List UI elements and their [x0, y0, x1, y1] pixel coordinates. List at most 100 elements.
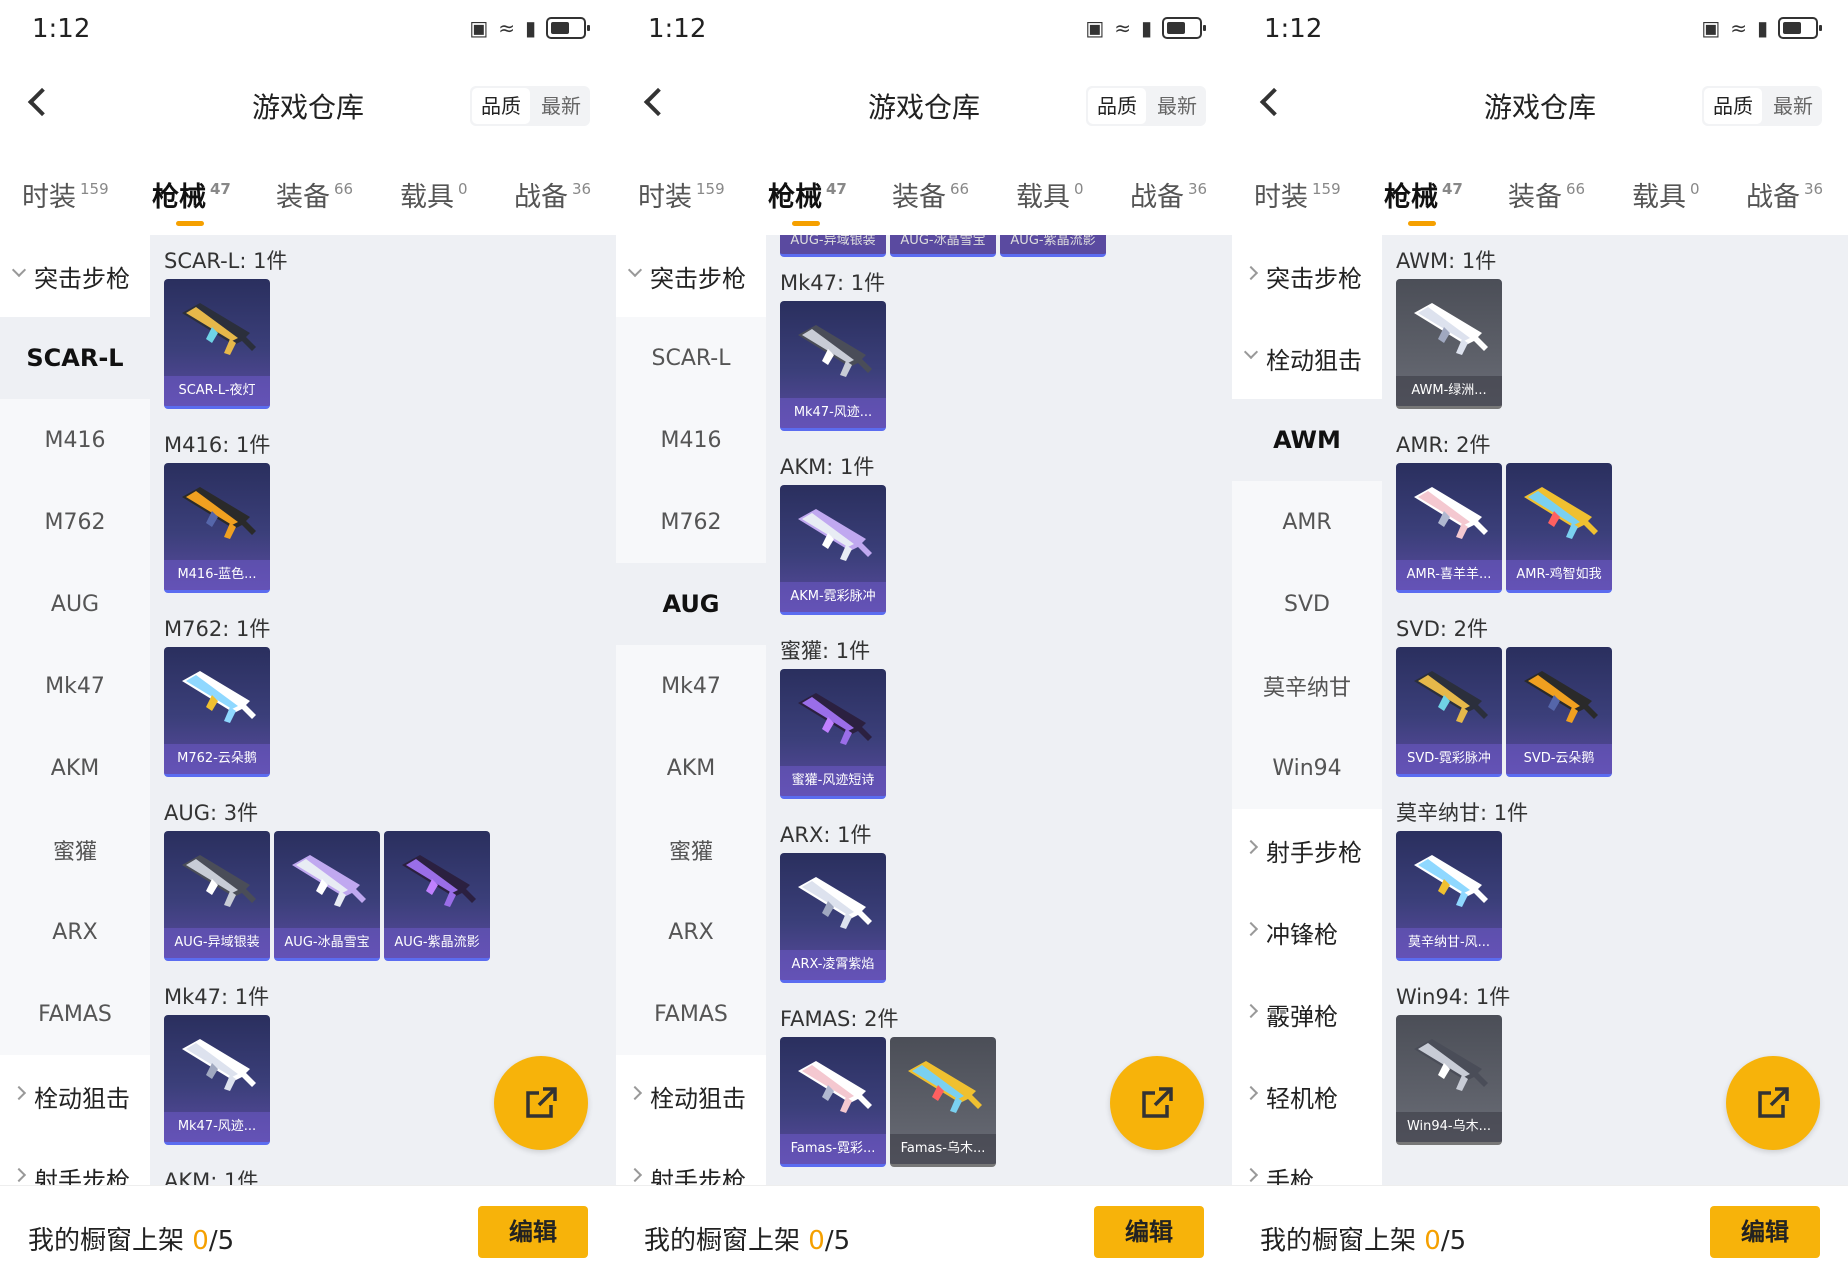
sidebar-item[interactable]: 射手步枪: [1232, 809, 1382, 891]
sort-quality-button[interactable]: 品质: [1704, 88, 1762, 124]
section-header: Win94: 1件: [1396, 985, 1511, 1009]
weapon-name: 莫辛纳甘-风...: [1396, 928, 1502, 958]
tab-2[interactable]: 装备 66: [1508, 175, 1585, 214]
sidebar-item[interactable]: FAMAS: [616, 973, 766, 1055]
weapon-card[interactable]: Win94-乌木...: [1396, 1015, 1502, 1145]
tab-4[interactable]: 战备 36: [1130, 175, 1207, 214]
sidebar-item[interactable]: Mk47: [616, 645, 766, 727]
share-button[interactable]: [1726, 1056, 1820, 1150]
weapon-card[interactable]: SVD-霓彩脉冲: [1396, 647, 1502, 777]
tab-4[interactable]: 战备 36: [514, 175, 591, 214]
tab-label: 战备: [514, 182, 568, 213]
tab-0[interactable]: 时装 159: [638, 175, 725, 214]
sidebar-item[interactable]: 栓动狙击: [616, 1055, 766, 1137]
tab-2[interactable]: 装备 66: [276, 175, 353, 214]
sidebar-item[interactable]: ARX: [0, 891, 150, 973]
share-button[interactable]: [1110, 1056, 1204, 1150]
sidebar-item[interactable]: 栓动狙击: [1232, 317, 1382, 399]
tab-0[interactable]: 时装 159: [22, 175, 109, 214]
sidebar-item[interactable]: 射手步枪: [616, 1137, 766, 1185]
weapon-card[interactable]: 莫辛纳甘-风...: [1396, 831, 1502, 961]
tab-label: 装备: [276, 182, 330, 213]
sidebar-item[interactable]: SCAR-L: [616, 317, 766, 399]
tab-0[interactable]: 时装 159: [1254, 175, 1341, 214]
weapon-image: [1414, 487, 1488, 539]
sort-quality-button[interactable]: 品质: [472, 88, 530, 124]
sort-quality-button[interactable]: 品质: [1088, 88, 1146, 124]
sort-latest-button[interactable]: 最新: [1764, 88, 1822, 124]
weapon-card[interactable]: AUG-冰晶雪宝: [274, 831, 380, 961]
sidebar-item[interactable]: Mk47: [0, 645, 150, 727]
weapon-card-partial[interactable]: AUG-冰晶雪宝: [890, 235, 996, 257]
weapon-card[interactable]: SCAR-L-夜灯: [164, 279, 270, 409]
weapon-card[interactable]: ARX-凌霄紫焰: [780, 853, 886, 983]
edit-button[interactable]: 编辑: [478, 1206, 588, 1258]
weapon-card[interactable]: Mk47-风迹...: [780, 301, 886, 431]
sort-latest-button[interactable]: 最新: [532, 88, 590, 124]
tab-count: 0: [1074, 180, 1084, 198]
tab-3[interactable]: 载具 0: [1632, 175, 1700, 214]
edit-button[interactable]: 编辑: [1094, 1206, 1204, 1258]
sidebar-item[interactable]: M416: [616, 399, 766, 481]
sidebar-item[interactable]: 射手步枪: [0, 1137, 150, 1185]
tab-2[interactable]: 装备 66: [892, 175, 969, 214]
weapon-card[interactable]: AKM-霓彩脉冲: [780, 485, 886, 615]
share-icon: [1142, 1087, 1173, 1118]
weapon-card[interactable]: AMR-鸡智如我: [1506, 463, 1612, 593]
weapon-card-partial[interactable]: AUG-异域银装: [780, 235, 886, 257]
tab-4[interactable]: 战备 36: [1746, 175, 1823, 214]
weapon-card-partial[interactable]: AUG-紫晶流影: [1000, 235, 1106, 257]
weapon-card[interactable]: M762-云朵鹅: [164, 647, 270, 777]
edit-button[interactable]: 编辑: [1710, 1206, 1820, 1258]
share-button[interactable]: [494, 1056, 588, 1150]
weapon-card[interactable]: AMR-喜羊羊...: [1396, 463, 1502, 593]
tab-label: 战备: [1130, 182, 1184, 213]
weapon-card[interactable]: 蜜獾-风迹短诗: [780, 669, 886, 799]
tab-1[interactable]: 枪械 47: [1384, 175, 1463, 226]
tab-1[interactable]: 枪械 47: [768, 175, 847, 226]
sidebar-item[interactable]: 蜜獾: [616, 809, 766, 891]
sidebar-item[interactable]: AKM: [616, 727, 766, 809]
panel-2: 1:12 ▣ ≈ ▮ 游戏仓库 品质 最新 时装 159 枪械 47 装备 66 载具 0 战备 36 突击步枪 S…: [616, 0, 1232, 1279]
tab-3[interactable]: 载具 0: [400, 175, 468, 214]
sidebar-item[interactable]: AMR: [1232, 481, 1382, 563]
sidebar-item[interactable]: 突击步枪: [1232, 235, 1382, 317]
sidebar-item[interactable]: AKM: [0, 727, 150, 809]
sidebar-item[interactable]: SVD: [1232, 563, 1382, 645]
weapon-card[interactable]: M416-蓝色...: [164, 463, 270, 593]
sidebar-item-label: 轻机枪: [1266, 1084, 1338, 1113]
weapon-card[interactable]: AWM-绿洲...: [1396, 279, 1502, 409]
sidebar-item[interactable]: AUG: [0, 563, 150, 645]
tab-3[interactable]: 载具 0: [1016, 175, 1084, 214]
sidebar-item[interactable]: Win94: [1232, 727, 1382, 809]
weapon-name: 蜜獾-风迹短诗: [780, 766, 886, 796]
sidebar-item[interactable]: 冲锋枪: [1232, 891, 1382, 973]
sidebar-item[interactable]: 轻机枪: [1232, 1055, 1382, 1137]
sidebar-item-label: 射手步枪: [1266, 838, 1362, 867]
sidebar-item[interactable]: 手枪: [1232, 1137, 1382, 1185]
sidebar-item[interactable]: 莫辛纳甘: [1232, 645, 1382, 727]
sidebar-item[interactable]: 突击步枪: [616, 235, 766, 317]
sidebar-item[interactable]: 栓动狙击: [0, 1055, 150, 1137]
sidebar-item[interactable]: M416: [0, 399, 150, 481]
sidebar-item[interactable]: M762: [0, 481, 150, 563]
sidebar-item[interactable]: M762: [616, 481, 766, 563]
sidebar-item[interactable]: 突击步枪: [0, 235, 150, 317]
sort-latest-button[interactable]: 最新: [1148, 88, 1206, 124]
sidebar-item[interactable]: FAMAS: [0, 973, 150, 1055]
tab-1[interactable]: 枪械 47: [152, 175, 231, 226]
sidebar-item[interactable]: AUG: [616, 563, 766, 645]
sidebar-item[interactable]: 蜜獾: [0, 809, 150, 891]
sidebar-item[interactable]: ARX: [616, 891, 766, 973]
sidebar-item-label: 射手步枪: [650, 1166, 746, 1186]
weapon-card[interactable]: AUG-异域银装: [164, 831, 270, 961]
sidebar-item[interactable]: AWM: [1232, 399, 1382, 481]
weapon-card[interactable]: SVD-云朵鹅: [1506, 647, 1612, 777]
weapon-card[interactable]: AUG-紫晶流影: [384, 831, 490, 961]
sidebar-item[interactable]: 霰弹枪: [1232, 973, 1382, 1055]
weapon-card[interactable]: Mk47-风迹...: [164, 1015, 270, 1145]
sidebar-item[interactable]: SCAR-L: [0, 317, 150, 399]
sidebar-item-label: M416: [44, 427, 106, 453]
weapon-card[interactable]: Famas-霓彩...: [780, 1037, 886, 1167]
weapon-card[interactable]: Famas-乌木...: [890, 1037, 996, 1167]
